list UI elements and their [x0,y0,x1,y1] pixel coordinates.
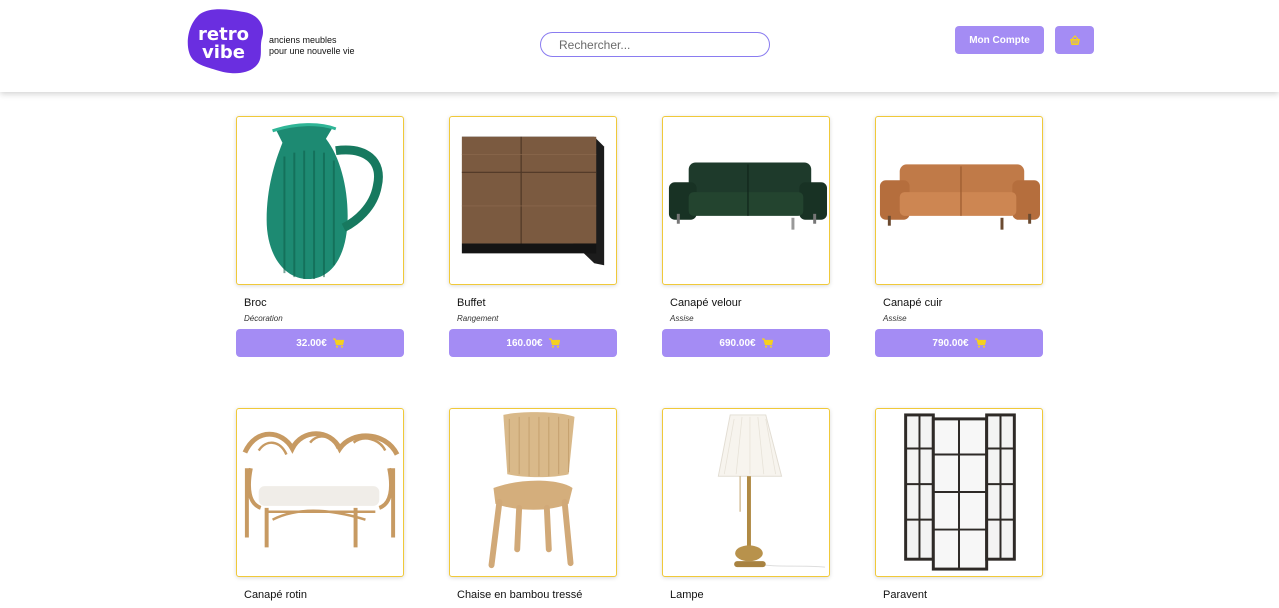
svg-text:vibe: vibe [202,42,245,63]
product-image[interactable] [449,116,617,285]
product-category: Décoration [244,314,283,323]
product-card[interactable]: Canapé rotin [236,408,404,601]
product-price: 690.00€ [719,337,756,349]
sofa-icon [668,162,828,230]
product-name[interactable]: Canapé rotin [244,589,307,601]
cart-icon [332,338,344,348]
tagline-line-2: pour une nouvelle vie [269,46,355,56]
cart-icon [761,338,773,348]
account-button[interactable]: Mon Compte [955,26,1044,54]
product-card[interactable]: Lampe [662,408,830,601]
cart-icon [548,338,560,348]
add-to-cart-button[interactable]: 690.00€ [662,329,830,357]
product-name[interactable]: Buffet [457,297,486,309]
product-card[interactable]: Broc Décoration 32.00€ [236,116,404,357]
rattan-loveseat-icon [242,431,400,548]
product-image[interactable] [875,408,1043,577]
product-price: 790.00€ [932,337,969,349]
product-image[interactable] [662,408,830,577]
product-card[interactable]: Buffet Rangement 160.00€ [449,116,617,357]
sofa-icon [879,164,1041,230]
product-card[interactable]: Canapé cuir Assise 790.00€ [875,116,1043,357]
product-image[interactable] [236,116,404,285]
product-name[interactable]: Paravent [883,589,927,601]
product-card[interactable]: Canapé velour Assise 690.00€ [662,116,830,357]
product-price: 160.00€ [506,337,543,349]
basket-icon [1069,34,1080,45]
logo-icon: retro vibe [187,9,264,74]
product-image[interactable] [236,408,404,577]
pitcher-icon [266,123,383,280]
product-image[interactable] [449,408,617,577]
product-name[interactable]: Lampe [670,589,704,601]
basket-button[interactable] [1055,26,1094,54]
product-name[interactable]: Broc [244,297,267,309]
cart-icon [974,338,986,348]
add-to-cart-button[interactable]: 32.00€ [236,329,404,357]
product-price: 32.00€ [296,337,327,349]
search-input[interactable] [540,32,770,57]
product-category: Assise [883,314,907,323]
product-image[interactable] [662,116,830,285]
product-image[interactable] [875,116,1043,285]
product-category: Assise [670,314,694,323]
bamboo-chair-icon [488,412,575,569]
retro-vibe-logo[interactable]: retro vibe [186,8,266,74]
lamp-icon [717,414,826,568]
sideboard-icon [461,136,605,266]
product-name[interactable]: Canapé cuir [883,297,942,309]
tagline: anciens meubles pour une nouvelle vie [269,35,355,57]
add-to-cart-button[interactable]: 160.00€ [449,329,617,357]
product-name[interactable]: Canapé velour [670,297,742,309]
room-divider-icon [904,413,1016,571]
product-category: Rangement [457,314,499,323]
product-name[interactable]: Chaise en bambou tressé [457,589,582,601]
site-header: retro vibe anciens meubles pour une nouv… [0,0,1279,92]
product-card[interactable]: Paravent [875,408,1043,601]
add-to-cart-button[interactable]: 790.00€ [875,329,1043,357]
product-card[interactable]: Chaise en bambou tressé [449,408,617,601]
tagline-line-1: anciens meubles [269,35,337,45]
